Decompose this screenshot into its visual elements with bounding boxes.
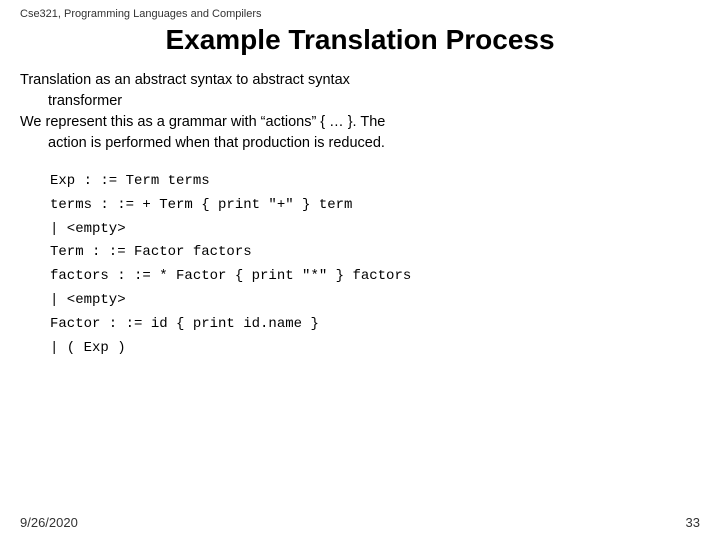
footer-date: 9/26/2020 [20,515,78,530]
body-paragraph-1: Translation as an abstract syntax to abs… [20,70,700,154]
grammar-line-2: terms : := + Term { print "+" } term [50,194,700,218]
footer: 9/26/2020 33 [20,515,700,530]
grammar-line-3: | <empty> [50,218,700,242]
grammar-line-6: | <empty> [50,289,700,313]
grammar-line-4: Term : := Factor factors [50,241,700,265]
grammar-line-1: Exp : := Term terms [50,170,700,194]
course-label: Cse321, Programming Languages and Compil… [20,8,700,20]
para2-line2: action is performed when that production… [20,133,700,154]
page-title: Example Translation Process [20,24,700,56]
grammar-line-7: Factor : := id { print id.name } [50,313,700,337]
grammar-line-8: | ( Exp ) [50,337,700,361]
para2-line1: We represent this as a grammar with “act… [20,114,385,130]
para1-line1: Translation as an abstract syntax to abs… [20,72,350,88]
grammar-line-5: factors : := * Factor { print "*" } fact… [50,265,700,289]
footer-page-number: 33 [686,515,700,530]
page-container: Cse321, Programming Languages and Compil… [0,0,720,540]
para1-line2: transformer [20,91,700,112]
grammar-block: Exp : := Term terms terms : := + Term { … [20,170,700,360]
